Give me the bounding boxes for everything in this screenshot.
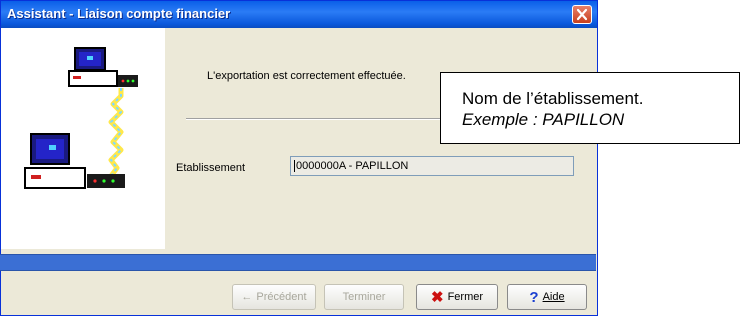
close-window-button[interactable] — [572, 5, 592, 24]
help-question-icon: ? — [529, 288, 539, 306]
close-button[interactable]: ✖ Fermer — [416, 284, 498, 310]
finish-button[interactable]: Terminer — [324, 284, 404, 310]
close-x-icon — [576, 8, 588, 21]
finish-button-label: Terminer — [342, 291, 386, 303]
close-x-red-icon: ✖ — [430, 289, 444, 306]
wizard-illustration — [1, 28, 165, 249]
annotation-callout: Nom de l’établissement. Exemple : PAPILL… — [440, 72, 740, 144]
window-title: Assistant - Liaison compte financier — [7, 6, 231, 21]
arrow-left-icon: ← — [241, 291, 253, 303]
help-button-label: Aide — [542, 291, 565, 303]
title-bar[interactable]: Assistant - Liaison compte financier — [1, 1, 597, 28]
help-button[interactable]: ? Aide — [507, 284, 587, 310]
previous-button[interactable]: ← Précédent — [232, 284, 316, 310]
text-caret — [294, 160, 295, 173]
callout-line-1: Nom de l’établissement. — [462, 89, 644, 108]
etablissement-label: Etablissement — [176, 162, 246, 174]
etablissement-field[interactable]: 0000000A - PAPILLON — [290, 156, 574, 176]
progress-bar — [0, 254, 596, 271]
export-success-message: L'exportation est correctement effectuée… — [207, 70, 406, 82]
etablissement-value: 0000000A - PAPILLON — [296, 160, 409, 172]
network-computers-icon — [24, 47, 138, 189]
previous-button-label: Précédent — [256, 291, 307, 303]
callout-line-2: Exemple : PAPILLON — [462, 110, 625, 129]
close-button-label: Fermer — [447, 291, 484, 303]
